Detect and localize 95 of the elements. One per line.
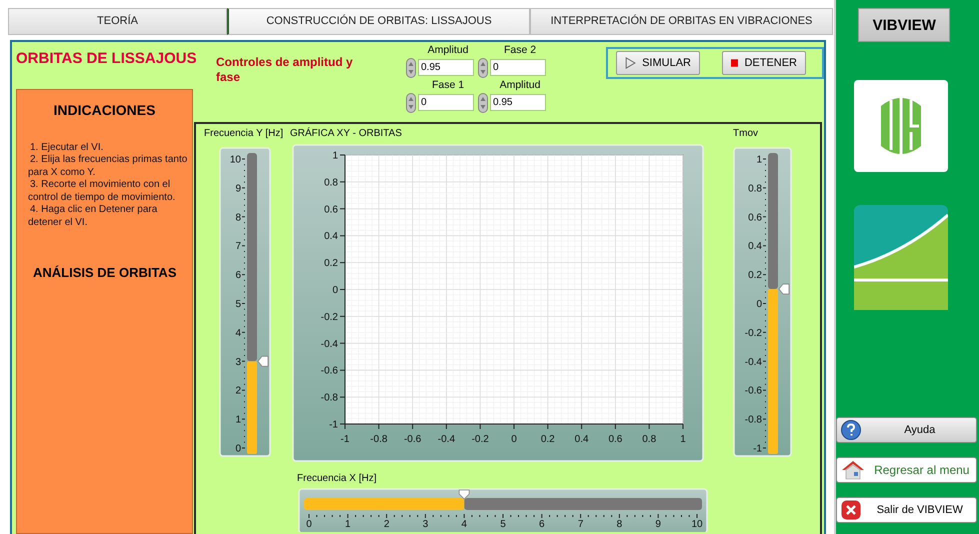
scale-label: 0 — [235, 443, 241, 454]
scale-label: 8 — [616, 518, 622, 530]
axis-label: 0.8 — [642, 434, 656, 445]
axis-label: -0.2 — [320, 312, 338, 322]
axis-label: 0.6 — [324, 204, 338, 215]
slider-label: Frecuencia X [Hz] — [297, 472, 378, 486]
axis-label: -0.4 — [438, 434, 456, 445]
sidebar-button[interactable]: Ayuda — [836, 417, 978, 443]
slider-label: Tmov — [733, 128, 759, 141]
app-title-button[interactable]: VIBVIEW — [858, 8, 950, 42]
axis-label: -0.8 — [320, 392, 338, 404]
slider-label: Frecuencia Y [Hz] — [203, 128, 284, 141]
help-icon — [841, 420, 862, 440]
scale-label: 0 — [756, 298, 762, 310]
spinner-icon[interactable] — [478, 92, 488, 113]
close-icon — [841, 500, 862, 520]
numeric-label: Amplitud — [498, 78, 542, 93]
scale-label: 8 — [235, 212, 241, 223]
spinner-icon[interactable] — [478, 58, 488, 78]
panel-title: ORBITAS DE LISSAJOUS — [16, 50, 194, 67]
tab[interactable]: INTERPRETACIÓN DE ORBITAS EN VIBRACIONES — [530, 8, 833, 35]
scale-label: 10 — [691, 518, 703, 530]
numeric-field[interactable]: 0 — [418, 94, 474, 112]
axis-label: -0.2 — [472, 434, 489, 445]
play-icon — [625, 54, 636, 71]
scale-label: 0.4 — [748, 240, 762, 252]
instructions-heading: INDICACIONES — [52, 102, 156, 118]
control-button[interactable]: DETENER — [722, 50, 806, 75]
axis-label: -0.6 — [404, 434, 422, 445]
scale-label: 5 — [235, 298, 241, 310]
scale-label: 7 — [235, 240, 241, 252]
scale-label: 1 — [345, 518, 351, 530]
axis-label: 1 — [332, 150, 338, 162]
sidebar-button[interactable]: Salir de VIBVIEW — [836, 497, 978, 523]
house-icon — [841, 460, 866, 480]
axis-label: -1 — [329, 419, 338, 430]
numeric-field[interactable]: 0 — [490, 59, 546, 76]
scale-label: 1 — [756, 154, 762, 166]
controls-label: Controles de amplitud y fase — [216, 54, 354, 85]
instruction-step: 3. Recorte el movimiento con el control de tiempo de movimiento. — [28, 179, 190, 204]
axis-label: 0.4 — [324, 230, 338, 242]
axis-label: 0.2 — [540, 434, 555, 445]
tab[interactable]: TEORÍA — [8, 8, 227, 35]
section-heading: ANÁLISIS DE ORBITAS — [33, 265, 178, 280]
scale-label: 0.8 — [748, 183, 762, 194]
instruction-step: 1. Ejecutar el VI. — [28, 142, 190, 154]
axis-label: 0.6 — [608, 434, 622, 445]
scale-label: 4 — [461, 518, 467, 530]
scale-label: 9 — [235, 183, 241, 194]
scale-label: -1 — [753, 443, 762, 454]
scale-label: 0.2 — [748, 270, 762, 281]
scale-label: 0 — [306, 518, 312, 530]
axis-label: 0.4 — [574, 434, 589, 445]
scale-label: 4 — [235, 328, 241, 338]
scale-label: 5 — [500, 518, 506, 530]
scale-label: 6 — [539, 518, 545, 530]
axis-label: 1 — [680, 434, 686, 445]
sidebar-button[interactable]: Regresar al menu — [836, 457, 978, 483]
scale-label: 2 — [235, 385, 241, 396]
numeric-field[interactable]: 0.95 — [418, 59, 474, 76]
scale-label: -0.4 — [744, 356, 762, 368]
scale-label: 1 — [235, 414, 241, 426]
scale-label: -0.2 — [744, 328, 762, 338]
slider-thumb[interactable] — [458, 489, 470, 500]
numeric-label: Fase 2 — [502, 44, 538, 58]
spinner-icon[interactable] — [406, 58, 416, 78]
scale-label: 0.6 — [748, 212, 762, 223]
scale-label: 6 — [235, 270, 241, 281]
tab[interactable]: CONSTRUCCIÓN DE ORBITAS: LISSAJOUS — [227, 8, 530, 35]
scale-label: -0.6 — [744, 385, 762, 396]
curve-logo-icon — [854, 205, 948, 310]
instruction-step: 4. Haga clic en Detener para detener el VI. — [28, 204, 190, 230]
axis-label: -0.4 — [320, 338, 338, 350]
scale-label: 3 — [235, 356, 241, 368]
spinner-icon[interactable] — [406, 92, 416, 113]
axis-label: 0 — [511, 434, 517, 445]
numeric-field[interactable]: 0.95 — [490, 94, 546, 112]
chart-title: GRÁFICA XY - ORBITAS — [289, 128, 403, 141]
numeric-label: Amplitud — [426, 44, 470, 58]
scale-label: -0.8 — [744, 414, 762, 426]
scale-label: 7 — [578, 518, 584, 530]
axis-label: 0.2 — [324, 258, 338, 269]
scale-label: 2 — [384, 518, 390, 530]
numeric-label: Fase 1 — [430, 78, 466, 93]
axis-label: -0.6 — [320, 365, 338, 376]
slider-thumb[interactable] — [257, 356, 268, 366]
instruction-step: 2. Elija las frecuencias primas tanto para X como Y. — [28, 154, 190, 180]
axis-label: -1 — [340, 434, 350, 445]
axis-label: -0.8 — [370, 434, 388, 445]
axis-label: 0 — [332, 284, 338, 296]
control-button[interactable]: SIMULAR — [616, 50, 700, 75]
scale-label: 3 — [422, 518, 428, 530]
scale-label: 10 — [230, 154, 241, 166]
axis-label: 0.8 — [324, 177, 338, 188]
scale-label: 9 — [655, 518, 661, 530]
